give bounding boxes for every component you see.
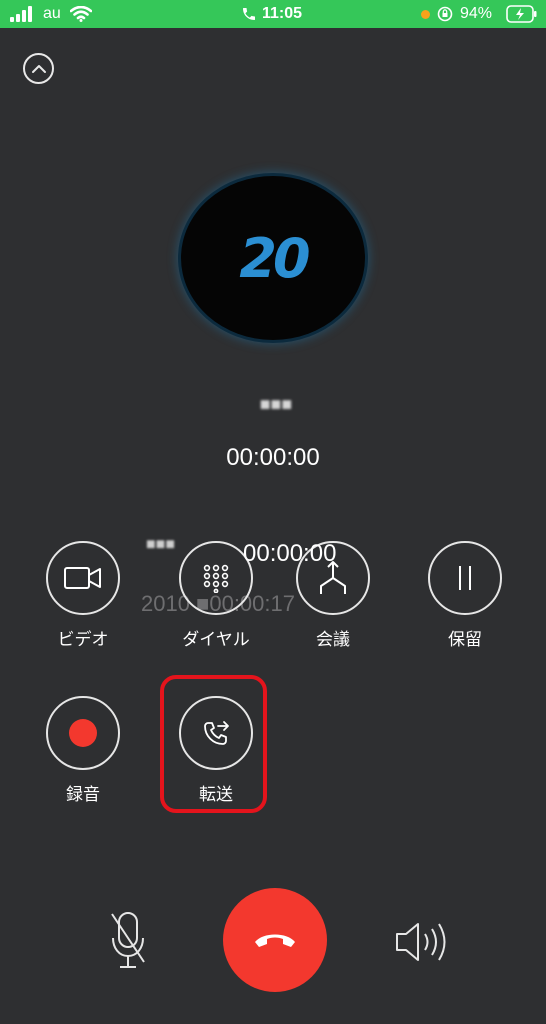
- overlay-call-timer: 00:00:00: [243, 540, 337, 567]
- dialpad-icon: [203, 564, 229, 593]
- wifi-icon: [70, 0, 92, 28]
- pause-icon: [459, 566, 471, 590]
- record-label: 録音: [66, 785, 100, 804]
- battery-charging-icon: [506, 0, 538, 28]
- chevron-up-icon: [31, 64, 46, 73]
- microphone-muted-icon: [111, 912, 145, 968]
- battery-percent: 94%: [460, 5, 493, 22]
- hold-label: 保留: [448, 630, 482, 649]
- speaker-button[interactable]: [395, 920, 449, 969]
- call-timer: 00:00:00: [226, 444, 320, 471]
- orientation-lock-icon: [437, 0, 453, 28]
- minimize-call-button[interactable]: [23, 53, 54, 84]
- dialpad-button[interactable]: [179, 541, 253, 615]
- status-time: 11:05: [262, 5, 303, 22]
- privacy-dot-icon: [421, 0, 430, 28]
- hold-button[interactable]: [428, 541, 502, 615]
- signal-icon: [10, 0, 36, 28]
- mute-button[interactable]: [110, 910, 146, 977]
- video-button[interactable]: [46, 541, 120, 615]
- end-call-button[interactable]: [223, 888, 327, 992]
- avatar-text: 20: [239, 226, 310, 290]
- video-camera-icon: [64, 567, 101, 589]
- caller-avatar: 20: [181, 176, 365, 340]
- video-control[interactable]: ビデオ: [18, 541, 148, 651]
- record-dot-icon: [69, 719, 97, 747]
- status-bar: au 11:05 94%: [0, 0, 546, 28]
- hold-control[interactable]: 保留: [400, 541, 530, 651]
- carrier-label: au: [43, 5, 61, 22]
- video-label: ビデオ: [57, 630, 109, 649]
- hang-up-icon: [255, 934, 295, 947]
- transfer-highlight-box: [160, 675, 267, 813]
- caller-name: ■■■: [259, 394, 293, 414]
- call-active-icon: [241, 0, 257, 28]
- record-button[interactable]: [46, 696, 120, 770]
- record-control[interactable]: 録音: [18, 696, 148, 806]
- speaker-icon: [396, 923, 446, 961]
- dial-label: ダイヤル: [182, 630, 250, 649]
- conference-label: 会議: [316, 630, 350, 649]
